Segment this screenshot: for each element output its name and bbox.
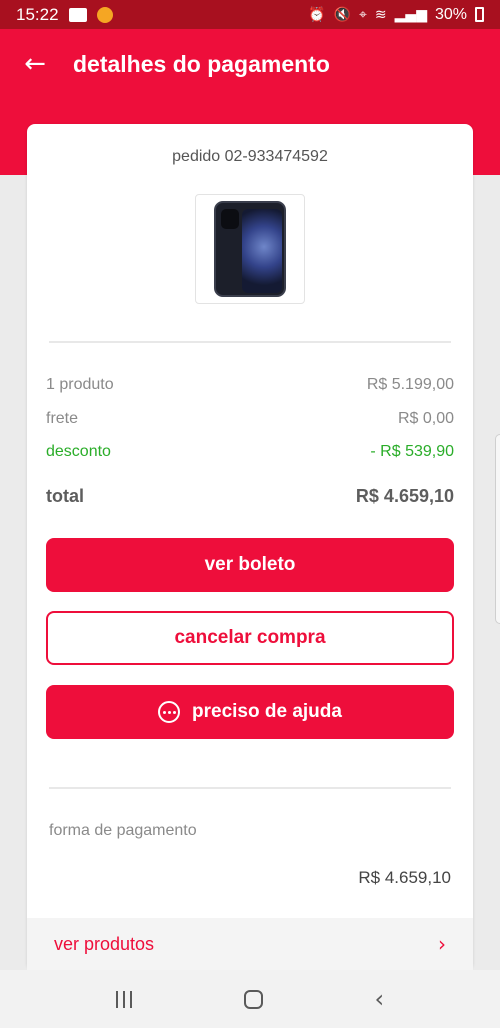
wifi-icon: ≋ xyxy=(374,6,387,23)
divider xyxy=(49,341,451,343)
products-value: R$ 5.199,00 xyxy=(366,376,454,393)
view-products-label: ver produtos xyxy=(54,933,155,954)
page-title: detalhes do pagamento xyxy=(73,51,330,77)
notification-app-icon xyxy=(96,6,113,23)
shipping-row: frete R$ 0,00 xyxy=(46,410,454,428)
payment-amount: R$ 4.659,10 xyxy=(358,868,451,887)
need-help-button[interactable]: preciso de ajuda xyxy=(46,685,454,739)
phone-illustration xyxy=(214,201,286,297)
need-help-label: preciso de ajuda xyxy=(192,701,342,722)
discount-label: desconto xyxy=(46,443,111,460)
shipping-value: R$ 0,00 xyxy=(397,410,454,427)
order-number: pedido 02-933474592 xyxy=(172,148,328,165)
edge-panel-handle[interactable] xyxy=(495,434,500,624)
back-arrow-icon[interactable]: ← xyxy=(20,49,50,79)
chat-bubble-icon xyxy=(158,701,181,723)
product-image[interactable] xyxy=(195,194,305,304)
status-bar: 15:22 ⏰ 🔇 ⌖ ≋ ▂▄▆ 30% xyxy=(0,0,500,29)
home-icon[interactable] xyxy=(243,989,263,1009)
alarm-icon: ⏰ xyxy=(308,6,326,23)
chevron-right-icon: › xyxy=(438,932,446,956)
cancel-purchase-button[interactable]: cancelar compra xyxy=(46,611,454,665)
signal-icon: ▂▄▆ xyxy=(394,6,427,23)
location-icon: ⌖ xyxy=(359,6,367,23)
total-value: R$ 4.659,10 xyxy=(355,486,454,506)
discount-value: - R$ 539,90 xyxy=(370,443,454,460)
view-products-link[interactable]: ver produtos › xyxy=(27,918,473,970)
battery-percent: 30% xyxy=(434,5,467,23)
view-boleto-button[interactable]: ver boleto xyxy=(46,538,454,592)
products-row: 1 produto R$ 5.199,00 xyxy=(46,376,454,394)
system-nav-bar: ‹ xyxy=(0,970,500,1028)
clock: 15:22 xyxy=(16,4,59,24)
recent-apps-icon[interactable] xyxy=(115,990,132,1008)
mute-icon: 🔇 xyxy=(333,6,352,23)
divider xyxy=(49,787,451,789)
products-label: 1 produto xyxy=(46,376,114,393)
voicemail-icon xyxy=(68,7,87,22)
total-label: total xyxy=(46,486,84,506)
cancel-purchase-label: cancelar compra xyxy=(174,627,326,648)
status-right: ⏰ 🔇 ⌖ ≋ ▂▄▆ 30% xyxy=(308,6,484,24)
shipping-label: frete xyxy=(46,410,79,427)
discount-row: desconto - R$ 539,90 xyxy=(46,443,454,461)
payment-method-label: forma de pagamento xyxy=(49,822,197,839)
back-icon[interactable]: ‹ xyxy=(374,985,384,1013)
camera-icon xyxy=(221,209,239,229)
payment-details-card: pedido 02-933474592 1 produto R$ 5.199,0… xyxy=(27,124,473,970)
status-left: 15:22 xyxy=(16,5,113,25)
total-row: total R$ 4.659,10 xyxy=(46,486,454,507)
view-boleto-label: ver boleto xyxy=(204,554,296,575)
phone-screen xyxy=(242,209,282,293)
battery-icon xyxy=(475,7,484,22)
